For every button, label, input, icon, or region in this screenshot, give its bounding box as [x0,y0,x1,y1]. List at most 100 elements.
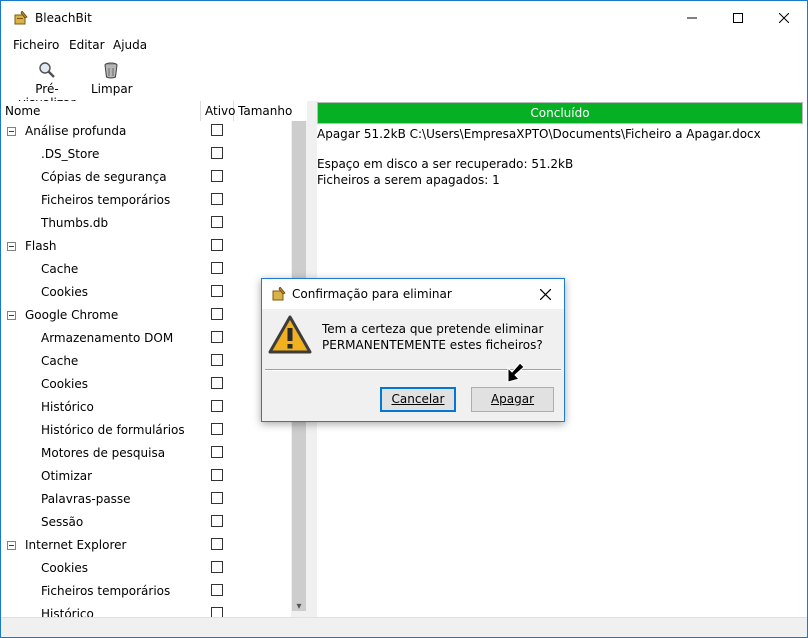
tree-row-label: Cookies [41,561,88,575]
tree-row-label: Histórico [41,607,94,617]
active-checkbox[interactable] [211,423,223,435]
delete-confirmation-dialog: Confirmação para eliminar Tem a certeza … [261,278,565,422]
tree-row-label: Flash [25,239,57,253]
tree-item-row[interactable]: Histórico [1,397,291,420]
active-checkbox[interactable] [211,331,223,343]
dialog-title-bar: Confirmação para eliminar [262,279,564,309]
active-checkbox[interactable] [211,216,223,228]
tree-group-row[interactable]: Internet Explorer [1,535,291,558]
tree-item-row[interactable]: Cookies [1,374,291,397]
collapse-toggle-icon[interactable] [7,242,16,251]
active-checkbox[interactable] [211,262,223,274]
minimize-icon [687,17,697,19]
tree-row-label: Cache [41,354,79,368]
dialog-close-button[interactable] [530,279,560,309]
tree-item-row[interactable]: Cache [1,351,291,374]
tree-item-row[interactable]: Thumbs.db [1,213,291,236]
scroll-down-arrow-icon[interactable]: ▾ [291,599,307,615]
tree-row-label: Ficheiros temporários [41,584,171,598]
active-checkbox[interactable] [211,308,223,320]
menu-ficheiro[interactable]: Ficheiro [13,38,59,52]
tree-item-row[interactable]: Ficheiros temporários [1,190,291,213]
active-checkbox[interactable] [211,515,223,527]
maximize-button[interactable] [715,1,761,35]
trash-bin-icon [104,62,118,79]
cancel-button[interactable]: Cancelar [380,387,456,412]
window-title: BleachBit [35,11,92,25]
warning-icon [268,315,312,354]
tree-item-row[interactable]: Cookies [1,558,291,581]
tree-item-row[interactable]: Motores de pesquisa [1,443,291,466]
active-checkbox[interactable] [211,354,223,366]
dialog-title: Confirmação para eliminar [292,287,452,301]
tree-item-row[interactable]: Sessão [1,512,291,535]
tree-group-row[interactable]: Google Chrome [1,305,291,328]
collapse-toggle-icon[interactable] [7,541,16,550]
tree-item-row[interactable]: Cópias de segurança [1,167,291,190]
tree-row-label: .DS_Store [41,147,100,161]
bleachbit-broom-icon [14,11,28,25]
log-line: Apagar 51.2kB C:\Users\EmpresaXPTO\Docum… [317,127,761,141]
active-checkbox[interactable] [211,124,223,136]
tree-row-label: Thumbs.db [41,216,109,230]
delete-button[interactable]: Apagar [471,387,554,412]
status-bar [1,617,807,637]
magnifier-icon [39,62,55,78]
active-checkbox[interactable] [211,492,223,504]
tree-item-row[interactable]: Armazenamento DOM [1,328,291,351]
progress-bar: Concluído [317,102,803,124]
tree-row-label: Otimizar [41,469,93,483]
column-header-name[interactable]: Nome [1,101,201,121]
title-bar: BleachBit [1,1,807,35]
tree-item-row[interactable]: Otimizar [1,466,291,489]
minimize-button[interactable] [669,1,715,35]
active-checkbox[interactable] [211,377,223,389]
active-checkbox[interactable] [211,561,223,573]
tree-row-label: Ficheiros temporários [41,193,171,207]
menu-editar[interactable]: Editar [69,38,105,52]
collapse-toggle-icon[interactable] [7,127,16,136]
progress-label: Concluído [530,106,590,120]
tree-item-row[interactable]: Cache [1,259,291,282]
tree-row-label: Cookies [41,377,88,391]
active-checkbox[interactable] [211,147,223,159]
active-checkbox[interactable] [211,446,223,458]
tree-row-label: Histórico de formulários [41,423,185,437]
tree-item-row[interactable]: Ficheiros temporários [1,581,291,604]
tree-item-row[interactable]: Histórico de formulários [1,420,291,443]
tree-row-label: Motores de pesquisa [41,446,166,460]
close-button[interactable] [761,1,807,35]
active-checkbox[interactable] [211,469,223,481]
active-checkbox[interactable] [211,584,223,596]
tree-group-row[interactable]: Flash [1,236,291,259]
tree-row-label: Cache [41,262,79,276]
tree-item-row[interactable]: Palavras-passe [1,489,291,512]
tree-item-row[interactable]: Histórico [1,604,291,617]
active-checkbox[interactable] [211,285,223,297]
maximize-icon [733,13,743,23]
menu-ajuda[interactable]: Ajuda [113,38,147,52]
tree-row-label: Palavras-passe [41,492,131,506]
tree-row-label: Google Chrome [25,308,119,322]
active-checkbox[interactable] [211,400,223,412]
tree-group-row[interactable]: Análise profunda [1,121,291,144]
column-header-active[interactable]: Ativo [201,101,235,121]
tree-row-label: Sessão [41,515,84,529]
column-header-size[interactable]: Tamanho [234,101,292,121]
tree-row-label: Histórico [41,400,94,414]
log-line: Espaço em disco a ser recuperado: 51.2kB [317,157,574,171]
tree-item-row[interactable]: Cookies [1,282,291,305]
active-checkbox[interactable] [211,239,223,251]
active-checkbox[interactable] [211,538,223,550]
active-checkbox[interactable] [211,607,223,617]
collapse-toggle-icon[interactable] [7,311,16,320]
active-checkbox[interactable] [211,170,223,182]
tree-row-label: Cópias de segurança [41,170,167,184]
tree-item-row[interactable]: .DS_Store [1,144,291,167]
tree-row-label: Internet Explorer [25,538,127,552]
tree-row-label: Armazenamento DOM [41,331,174,345]
toolbar: Pré-visualizar Limpar [1,57,807,110]
bleachbit-broom-icon [272,287,286,301]
active-checkbox[interactable] [211,193,223,205]
clean-button[interactable]: Limpar [91,61,133,96]
